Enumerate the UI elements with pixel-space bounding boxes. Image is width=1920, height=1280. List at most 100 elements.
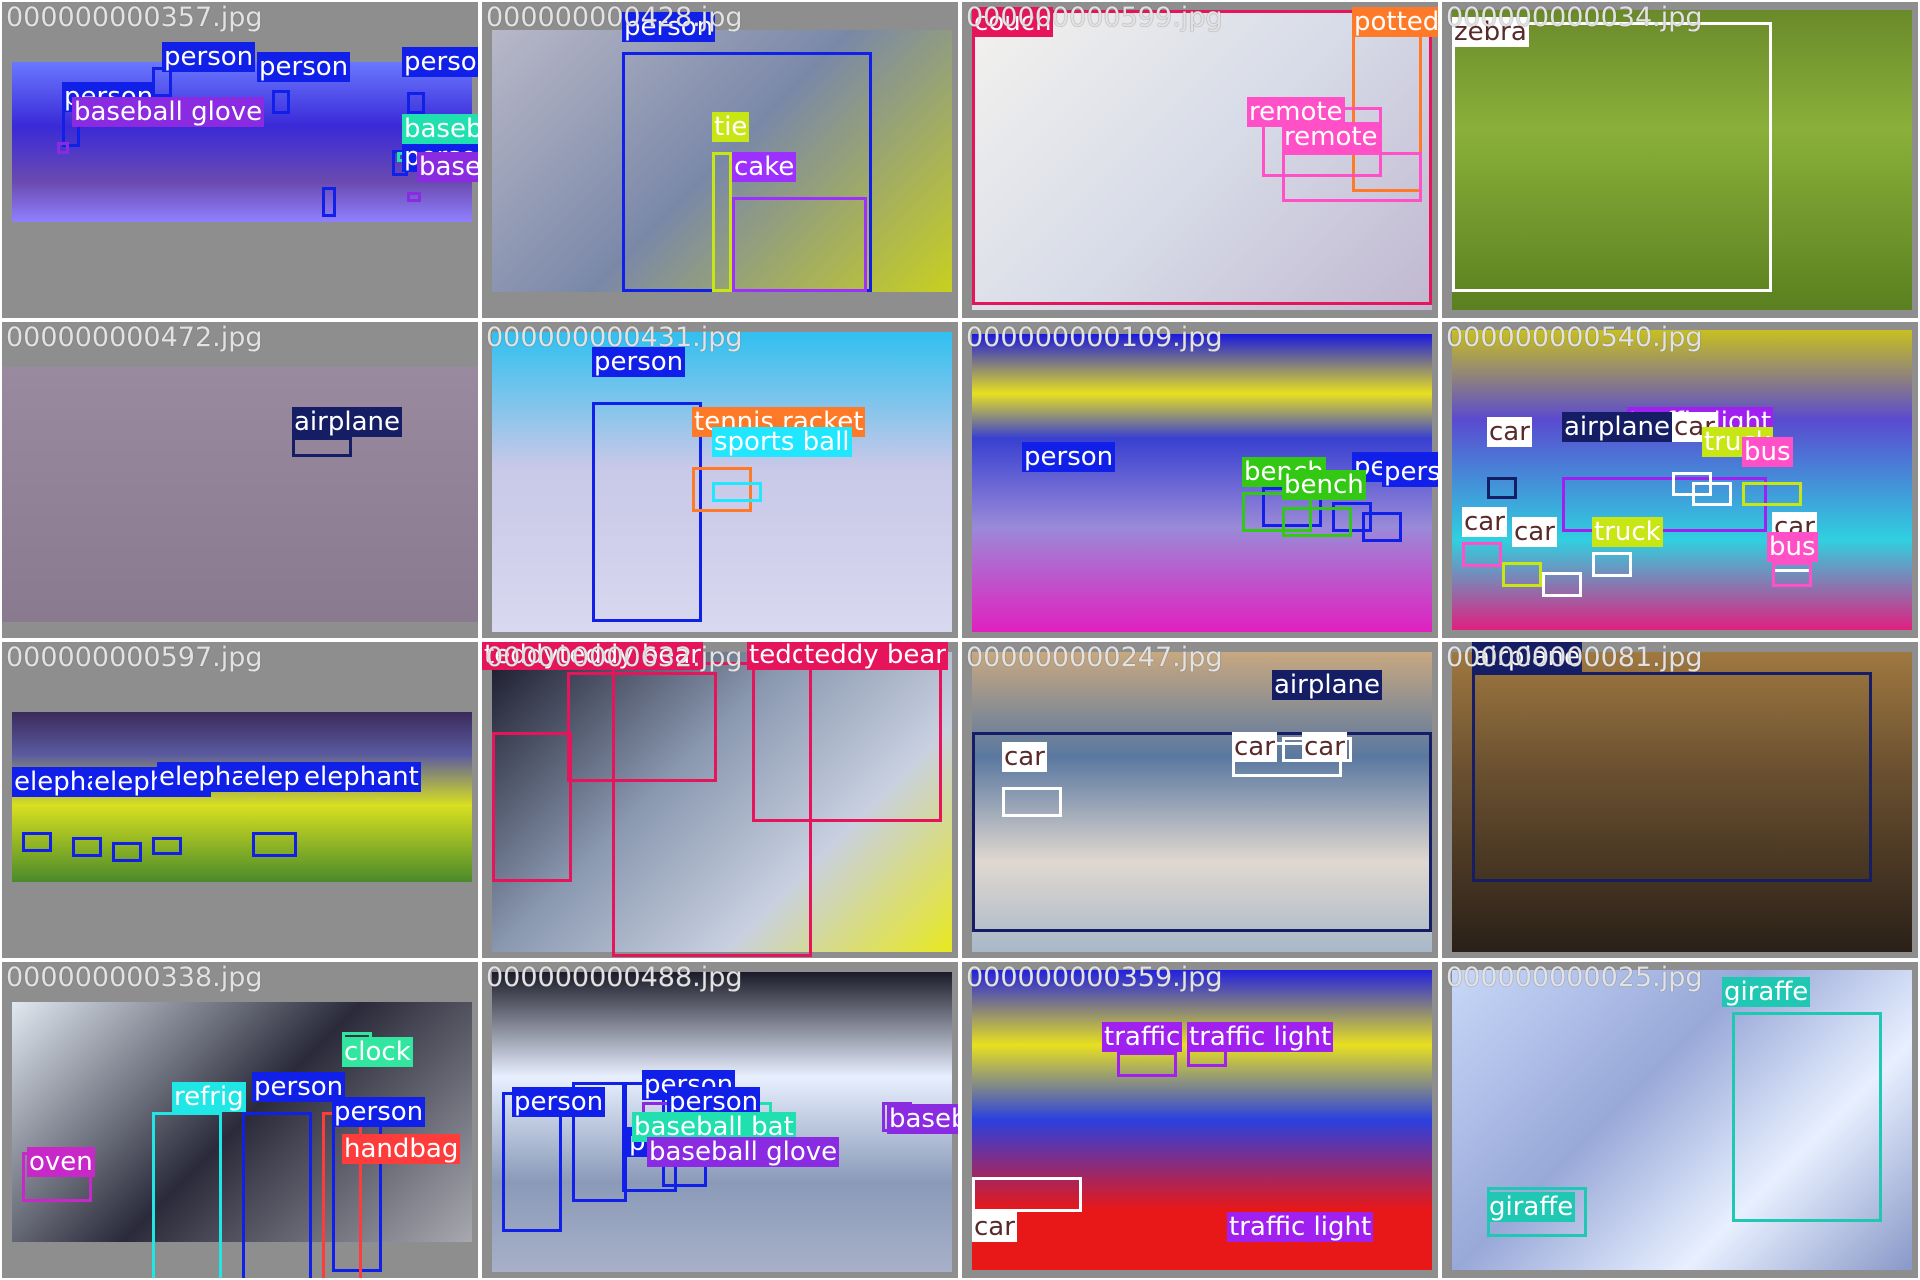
image-filename: 000000000599.jpg bbox=[966, 2, 1223, 33]
detection-label: baseball bat bbox=[402, 114, 478, 144]
detection-label: person bbox=[162, 42, 256, 72]
image-tile: 000000000338.jpg clock refrig person person h… bbox=[2, 962, 478, 1278]
image-tile: 000000000599.jpg couch potted remote remote bbox=[962, 2, 1438, 318]
bounding-box bbox=[22, 832, 52, 852]
detection-label: refrig bbox=[172, 1082, 246, 1112]
bounding-box bbox=[1282, 507, 1352, 537]
bounding-box bbox=[732, 197, 867, 292]
bounding-box bbox=[972, 1177, 1082, 1212]
detection-label: person bbox=[402, 47, 478, 77]
image-filename: 000000000540.jpg bbox=[1446, 322, 1703, 353]
detection-label: cake bbox=[732, 152, 797, 182]
bounding-box bbox=[407, 192, 421, 202]
detection-label: sports ball bbox=[712, 427, 852, 457]
image-tile: 000000000632.jpgteddyteddy bearteddy bea… bbox=[482, 642, 958, 958]
image-tile: 000000000034.jpg zebra bbox=[1442, 2, 1918, 318]
mosaic-grid: 000000000357.jpgpersonpersonpersonperson… bbox=[0, 0, 1920, 1280]
detection-label: bus bbox=[1767, 532, 1818, 562]
detection-label: car bbox=[1487, 417, 1532, 447]
detection-label: giraffe bbox=[1487, 1192, 1576, 1222]
bounding-box bbox=[242, 1112, 312, 1278]
image-filename: 000000000428.jpg bbox=[486, 2, 743, 33]
image-tile: 000000000359.jpg traffic traffic light traf… bbox=[962, 962, 1438, 1278]
detection-label: car bbox=[1462, 507, 1507, 537]
scene-image bbox=[2, 367, 478, 622]
detection-label: airplane bbox=[292, 407, 402, 437]
detection-label: car bbox=[972, 1212, 1017, 1242]
bounding-box bbox=[1462, 542, 1502, 567]
image-filename: 000000000357.jpg bbox=[6, 2, 263, 33]
bounding-box bbox=[1542, 572, 1582, 597]
image-filename: 000000000632.jpg bbox=[486, 642, 743, 673]
bounding-box bbox=[1692, 482, 1732, 506]
bounding-box bbox=[292, 437, 352, 457]
detection-label: car bbox=[1232, 732, 1277, 762]
image-tile: 000000000109.jpgpersonpersonpersonbenchb… bbox=[962, 322, 1438, 638]
detection-label: baseball glove bbox=[417, 152, 478, 182]
image-tile: 000000000025.jpg giraffe giraffe bbox=[1442, 962, 1918, 1278]
image-filename: 000000000109.jpg bbox=[966, 322, 1223, 353]
image-tile: 000000000472.jpg airplane bbox=[2, 322, 478, 638]
detection-label: person bbox=[1382, 457, 1438, 487]
detection-label: airplane bbox=[1562, 412, 1672, 442]
bounding-box bbox=[272, 90, 290, 114]
detection-label: traffic bbox=[1102, 1022, 1183, 1052]
detection-label: bench bbox=[1282, 470, 1366, 500]
image-filename: 000000000025.jpg bbox=[1446, 962, 1703, 993]
image-tile: 000000000597.jpg elephant elephant elephant… bbox=[2, 642, 478, 958]
bounding-box bbox=[1117, 1052, 1177, 1077]
detection-label: elephant bbox=[302, 762, 421, 792]
bounding-box bbox=[57, 142, 69, 154]
image-filename: 000000000488.jpg bbox=[486, 962, 743, 993]
image-tile: 000000000431.jpg person tennis racket sport… bbox=[482, 322, 958, 638]
detection-label: potted bbox=[1352, 7, 1438, 37]
bounding-box bbox=[1772, 562, 1812, 587]
detection-label: airplane bbox=[1272, 670, 1382, 700]
bounding-box bbox=[407, 92, 425, 114]
bounding-box bbox=[1362, 512, 1402, 542]
detection-label: bus bbox=[1742, 437, 1793, 467]
bounding-box bbox=[152, 837, 182, 855]
detection-label: baseball glove bbox=[72, 97, 265, 127]
bounding-box bbox=[1452, 22, 1772, 292]
image-tile: 000000000488.jpgpersonpersonpersonperson… bbox=[482, 962, 958, 1278]
image-filename: 000000000081.jpg bbox=[1446, 642, 1703, 673]
detection-label: traffic light bbox=[1187, 1022, 1334, 1052]
bounding-box bbox=[1742, 482, 1802, 506]
bounding-box bbox=[112, 842, 142, 862]
detection-label: car bbox=[1512, 517, 1557, 547]
detection-label: car bbox=[1002, 742, 1047, 772]
image-tile: 000000000357.jpgpersonpersonpersonperson… bbox=[2, 2, 478, 318]
bounding-box bbox=[1002, 787, 1062, 817]
detection-label: person bbox=[512, 1087, 606, 1117]
detection-label: person bbox=[1022, 442, 1116, 472]
image-filename: 000000000431.jpg bbox=[486, 322, 743, 353]
bounding-box bbox=[72, 837, 102, 857]
image-filename: 000000000247.jpg bbox=[966, 642, 1223, 673]
image-filename: 000000000034.jpg bbox=[1446, 2, 1703, 33]
detection-label: oven bbox=[27, 1147, 95, 1177]
detection-label: baseball glove bbox=[647, 1137, 840, 1167]
image-tile: 000000000247.jpg airplane car car car bbox=[962, 642, 1438, 958]
bounding-box bbox=[1732, 1012, 1882, 1222]
image-filename: 000000000472.jpg bbox=[6, 322, 263, 353]
detection-label: giraffe bbox=[1722, 977, 1811, 1007]
bounding-box bbox=[492, 732, 572, 882]
image-tile: 000000000081.jpg airplane bbox=[1442, 642, 1918, 958]
detection-label: handbag bbox=[342, 1134, 461, 1164]
bounding-box bbox=[1282, 152, 1422, 202]
detection-label: tie bbox=[712, 112, 750, 142]
bounding-box bbox=[322, 187, 336, 217]
bounding-box bbox=[152, 1112, 222, 1278]
image-tile: 000000000540.jpgtraffic lightairplanecar… bbox=[1442, 322, 1918, 638]
bounding-box bbox=[1472, 672, 1872, 882]
detection-label: car bbox=[1302, 732, 1347, 762]
bounding-box bbox=[1502, 562, 1542, 587]
bounding-box bbox=[592, 402, 702, 622]
detection-label: person bbox=[332, 1097, 426, 1127]
detection-label: teddy bear bbox=[802, 642, 948, 670]
detection-label: traffic light bbox=[1227, 1212, 1374, 1242]
image-tile: 000000000428.jpg person tie cake bbox=[482, 2, 958, 318]
detection-label: person bbox=[257, 52, 351, 82]
bounding-box bbox=[752, 662, 942, 822]
